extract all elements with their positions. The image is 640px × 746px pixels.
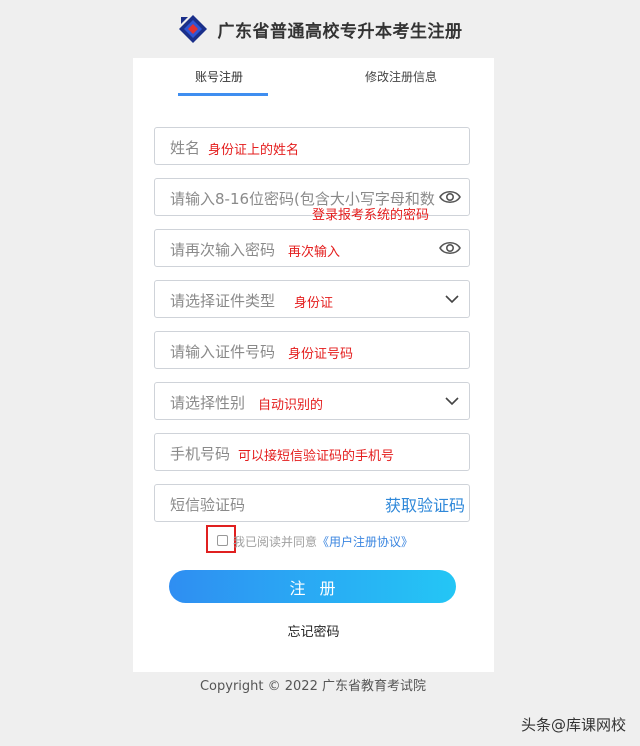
phone-field[interactable]: 手机号码 可以接短信验证码的手机号: [154, 433, 470, 471]
agreement-link[interactable]: 《用户注册协议》: [317, 535, 413, 549]
phone-note: 可以接短信验证码的手机号: [238, 449, 395, 464]
phone-placeholder: 手机号码: [170, 445, 231, 463]
name-field[interactable]: 姓名 身份证上的姓名: [154, 127, 470, 165]
password-note: 登录报考系统的密码: [312, 208, 430, 223]
page-header: 广东省普通高校专升本考生注册: [0, 0, 640, 58]
copyright: Copyright © 2022 广东省教育考试院: [199, 679, 426, 694]
gender-select[interactable]: 请选择性别 自动识别的: [154, 382, 470, 420]
gender-note: 自动识别的: [258, 398, 324, 413]
agreement-label: 我已阅读并同意: [233, 535, 318, 549]
id-number-note: 身份证号码: [288, 347, 354, 362]
password-field[interactable]: 请输入8-16位密码(包含大小写字母和数 登录报考系统的密码: [154, 178, 470, 223]
active-tab-indicator: [178, 93, 268, 96]
sms-code-placeholder: 短信验证码: [170, 496, 246, 514]
register-button[interactable]: 注册: [169, 570, 456, 603]
site-title: 广东省普通高校专升本考生注册: [217, 21, 463, 42]
id-number-field[interactable]: 请输入证件号码 身份证号码: [154, 331, 470, 369]
name-placeholder: 姓名: [170, 139, 201, 157]
agreement-checkbox[interactable]: [217, 535, 228, 546]
id-number-placeholder: 请输入证件号码: [170, 343, 276, 361]
agreement-text: 我已阅读并同意《用户注册协议》: [233, 533, 413, 550]
id-type-select[interactable]: 请选择证件类型 身份证: [154, 280, 470, 318]
confirm-password-placeholder: 请再次输入密码: [170, 241, 276, 259]
chevron-down-icon: [445, 295, 459, 304]
watermark: 头条@库课网校: [520, 716, 626, 734]
eye-icon[interactable]: [439, 239, 461, 257]
eye-icon[interactable]: [439, 188, 461, 206]
register-card: 账号注册 修改注册信息 姓名 身份证上的姓名 请输入8-16位密码(包含大小写字…: [133, 58, 494, 672]
confirm-password-note: 再次输入: [288, 245, 341, 260]
chevron-down-icon: [445, 397, 459, 406]
tab-modify-info[interactable]: 修改注册信息: [365, 68, 437, 85]
id-type-note: 身份证: [294, 296, 334, 311]
name-note: 身份证上的姓名: [208, 143, 300, 158]
tab-account-register[interactable]: 账号注册: [195, 68, 243, 85]
diamond-logo-icon: [178, 15, 207, 43]
sms-code-field[interactable]: 短信验证码 获取验证码: [154, 484, 470, 522]
get-code-button[interactable]: 获取验证码: [385, 492, 465, 516]
agreement-row: 我已阅读并同意《用户注册协议》: [133, 525, 494, 556]
gender-placeholder: 请选择性别: [170, 394, 246, 412]
tab-bar: 账号注册 修改注册信息: [133, 58, 494, 98]
forgot-password-link[interactable]: 忘记密码: [133, 621, 494, 640]
confirm-password-field[interactable]: 请再次输入密码 再次输入: [154, 229, 470, 267]
id-type-placeholder: 请选择证件类型: [170, 292, 276, 310]
